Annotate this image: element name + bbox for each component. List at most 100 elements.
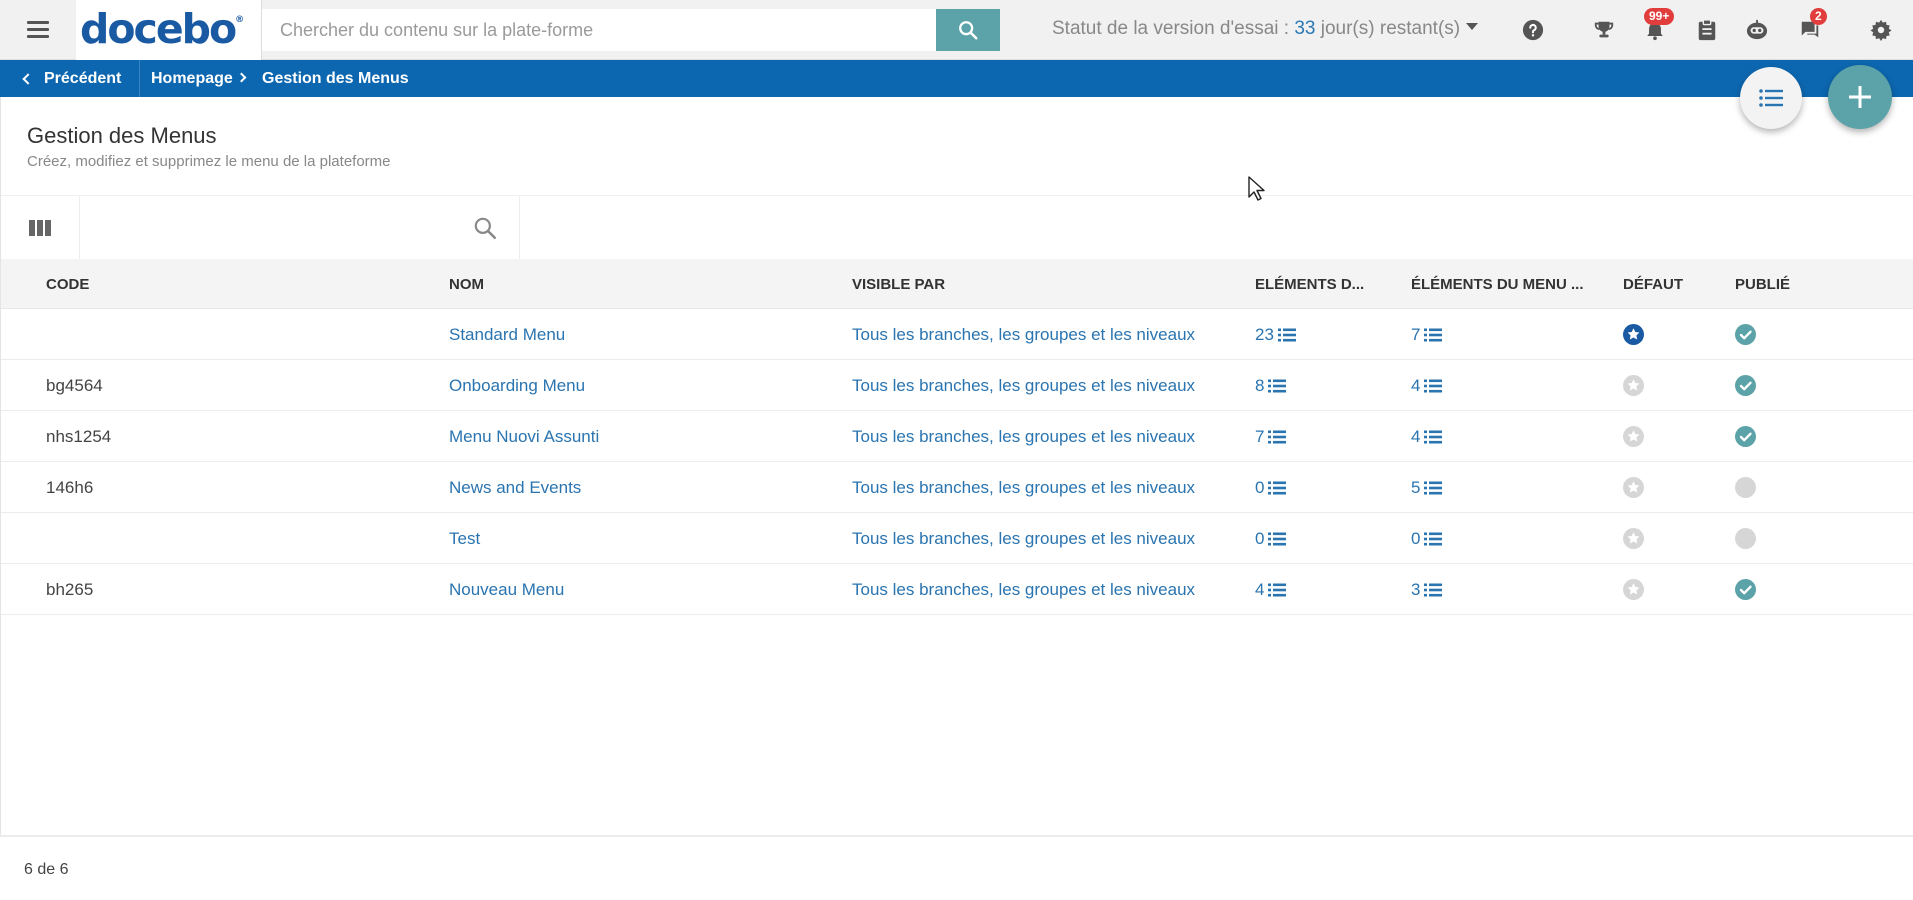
bell-icon[interactable]: 99+ (1643, 8, 1675, 42)
cell-menu-elements[interactable]: 0 (1411, 513, 1443, 564)
trial-status-dropdown[interactable]: Statut de la version d'essai : 33 jour(s… (1052, 18, 1479, 40)
default-star-icon[interactable] (1623, 426, 1644, 447)
cell-menu-name[interactable]: Test (449, 513, 480, 564)
elements-count: 0 (1255, 477, 1265, 497)
cell-menu-name[interactable]: News and Events (449, 462, 581, 513)
list-view-button[interactable] (1740, 67, 1802, 129)
add-menu-button[interactable] (1828, 65, 1892, 129)
elements-count: 0 (1255, 528, 1265, 548)
global-search-button[interactable] (936, 9, 1000, 51)
default-star-icon[interactable] (1623, 324, 1644, 345)
logo-container[interactable]: docebo® (76, 0, 262, 60)
columns-button[interactable] (1, 196, 80, 260)
column-header-publie[interactable]: PUBLIÉ (1735, 259, 1790, 309)
published-status-icon[interactable] (1735, 528, 1756, 549)
cell-menu-elements[interactable]: 4 (1411, 360, 1443, 411)
columns-icon (29, 220, 51, 236)
published-status-icon[interactable] (1735, 579, 1756, 600)
top-bar: docebo® Statut de la version d'essai : 3… (0, 0, 1913, 60)
global-search (262, 9, 1000, 51)
menu-icon[interactable] (24, 18, 52, 42)
list-icon (1277, 328, 1296, 341)
cell-visible-by[interactable]: Tous les branches, les groupes et les ni… (852, 564, 1195, 615)
cell-elements[interactable]: 0 (1255, 462, 1287, 513)
column-header-elements[interactable]: ELÉMENTS D... (1255, 259, 1364, 309)
list-icon (1268, 379, 1287, 392)
help-icon[interactable] (1521, 18, 1545, 42)
default-star-icon[interactable] (1623, 375, 1644, 396)
published-status-icon[interactable] (1735, 426, 1756, 447)
docebo-logo[interactable]: docebo® (80, 5, 244, 53)
bot-icon[interactable] (1745, 18, 1769, 42)
elements-count: 23 (1255, 324, 1274, 344)
list-icon (1268, 583, 1287, 596)
published-status-icon[interactable] (1735, 324, 1756, 345)
table-row[interactable]: bg4564 Onboarding Menu Tous les branches, … (1, 360, 1913, 411)
trial-days: 33 (1294, 18, 1316, 39)
cell-menu-name[interactable]: Nouveau Menu (449, 564, 564, 615)
published-status-icon[interactable] (1735, 477, 1756, 498)
clipboard-icon[interactable] (1695, 18, 1719, 42)
table-row[interactable]: Standard Menu Tous les branches, les grou… (1, 309, 1913, 360)
cell-visible-by[interactable]: Tous les branches, les groupes et les ni… (852, 513, 1195, 564)
cell-menu-elements[interactable]: 5 (1411, 462, 1443, 513)
list-icon (1424, 379, 1443, 392)
list-icon (1268, 481, 1287, 494)
cell-menu-elements[interactable]: 4 (1411, 411, 1443, 462)
gear-icon[interactable] (1869, 18, 1893, 42)
list-icon (1424, 430, 1443, 443)
trial-prefix: Statut de la version d'essai : (1052, 18, 1295, 39)
cell-elements[interactable]: 8 (1255, 360, 1287, 411)
trial-suffix: jour(s) restant(s) (1315, 18, 1461, 39)
cell-menu-elements[interactable]: 3 (1411, 564, 1443, 615)
menu-elements-count: 3 (1411, 579, 1421, 599)
elements-count: 4 (1255, 579, 1265, 599)
messages-badge: 2 (1810, 8, 1827, 25)
table-search-input[interactable] (80, 196, 460, 260)
pagination-count: 6 de 6 (24, 861, 69, 878)
table-row[interactable]: Test Tous les branches, les groupes et le… (1, 513, 1913, 564)
cell-menu-name[interactable]: Onboarding Menu (449, 360, 585, 411)
column-header-menu-elements[interactable]: ÉLÉMENTS DU MENU ... (1411, 259, 1584, 309)
list-icon (1268, 532, 1287, 545)
default-star-icon[interactable] (1623, 528, 1644, 549)
cell-menu-elements[interactable]: 7 (1411, 309, 1443, 360)
menu-elements-count: 4 (1411, 375, 1421, 395)
menu-elements-count: 7 (1411, 324, 1421, 344)
cell-visible-by[interactable]: Tous les branches, les groupes et les ni… (852, 360, 1195, 411)
elements-count: 7 (1255, 426, 1265, 446)
cell-elements[interactable]: 23 (1255, 309, 1296, 360)
column-header-code[interactable]: CODE (46, 259, 89, 309)
table-row[interactable]: 146h6 News and Events Tous les branches, l… (1, 462, 1913, 513)
cell-menu-name[interactable]: Standard Menu (449, 309, 565, 360)
column-header-visible[interactable]: VISIBLE PAR (852, 259, 945, 309)
cell-code: bh265 (46, 579, 94, 599)
chat-icon[interactable]: 2 (1798, 8, 1827, 42)
cell-elements[interactable]: 4 (1255, 564, 1287, 615)
cell-visible-by[interactable]: Tous les branches, les groupes et les ni… (852, 411, 1195, 462)
cell-elements[interactable]: 0 (1255, 513, 1287, 564)
default-star-icon[interactable] (1623, 579, 1644, 600)
table-row[interactable]: nhs1254 Menu Nuovi Assunti Tous les branch… (1, 411, 1913, 462)
list-icon (1759, 89, 1783, 107)
table-row[interactable]: bh265 Nouveau Menu Tous les branches, les … (1, 564, 1913, 615)
main-panel: Gestion des Menus Créez, modifiez et sup… (0, 97, 1913, 835)
list-icon (1424, 532, 1443, 545)
column-header-defaut[interactable]: DÉFAUT (1623, 259, 1683, 309)
back-button[interactable]: Précédent (0, 60, 141, 97)
list-icon (1268, 430, 1287, 443)
cell-visible-by[interactable]: Tous les branches, les groupes et les ni… (852, 309, 1195, 360)
cell-menu-name[interactable]: Menu Nuovi Assunti (449, 411, 599, 462)
list-icon (1424, 481, 1443, 494)
cell-visible-by[interactable]: Tous les branches, les groupes et les ni… (852, 462, 1195, 513)
default-star-icon[interactable] (1623, 477, 1644, 498)
breadcrumb-home[interactable]: Homepage (151, 60, 233, 97)
trophy-icon[interactable] (1592, 18, 1616, 42)
mouse-cursor-icon (1248, 176, 1265, 201)
global-search-input[interactable] (262, 9, 936, 51)
search-icon[interactable] (472, 215, 498, 241)
table-toolbar (1, 195, 1913, 260)
column-header-nom[interactable]: NOM (449, 259, 484, 309)
cell-elements[interactable]: 7 (1255, 411, 1287, 462)
published-status-icon[interactable] (1735, 375, 1756, 396)
